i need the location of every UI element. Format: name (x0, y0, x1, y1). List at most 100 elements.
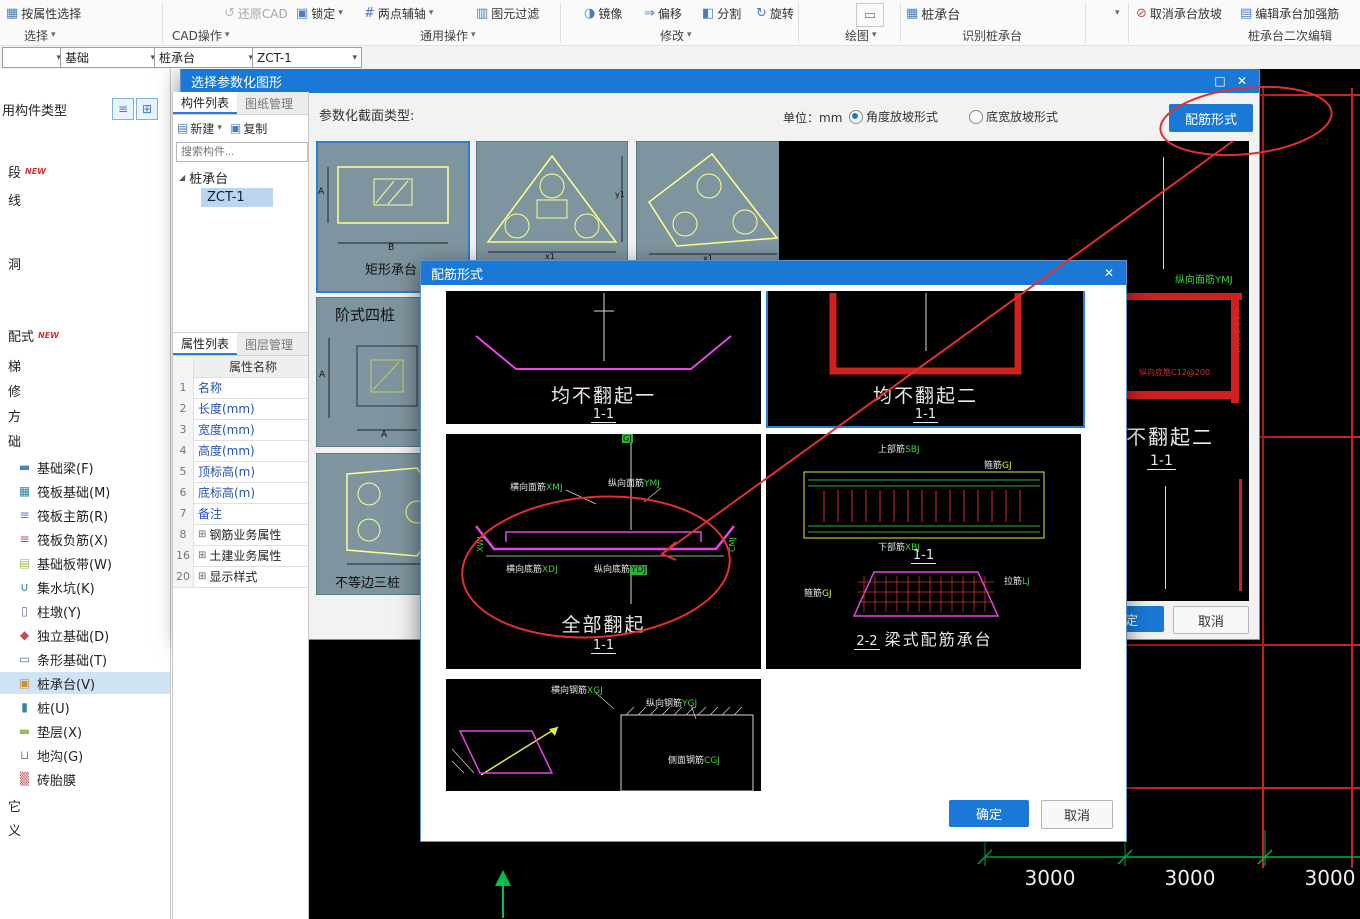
nav-item-finishes[interactable]: 修 (0, 379, 170, 401)
element-combobox[interactable]: 桩承台 ▾ (154, 47, 258, 68)
nav-item-custom[interactable]: 义 (0, 818, 170, 840)
rebar-form-button[interactable]: 配筋形式 (1169, 104, 1253, 132)
mirror-icon: ◑ (584, 5, 596, 21)
restore-cad-icon: ↺ (224, 5, 235, 21)
nav-item-trench[interactable]: ⊔ 地沟(G) (0, 744, 170, 766)
new-component-button[interactable]: ▤ 新建 ▾ (177, 120, 222, 137)
identify-dropdown-arrow[interactable]: ▾ (1112, 3, 1120, 23)
nav-item-sump-pit[interactable]: ∪ 集水坑(K) (0, 576, 170, 598)
tree-item-zct1[interactable]: ZCT-1 (201, 188, 273, 207)
property-row-bottom-elev[interactable]: 6 底标高(m) (173, 482, 308, 504)
category-combobox[interactable]: 基础 ▾ (60, 47, 160, 68)
component-combobox[interactable]: ZCT-1 ▾ (252, 47, 362, 68)
nav-item-brick-form[interactable]: ▒ 砖胎膜 (0, 768, 170, 790)
grid-view-button[interactable]: ⊞ (136, 98, 158, 120)
select-by-attribute-button[interactable]: ▦ 按属性选择 (6, 3, 81, 23)
component-and-property-panel: 构件列表 图纸管理 ▤新建▾ ▣复制 ◢ 桩承台 ZCT-1 属性列表 图层管理… (172, 92, 309, 919)
element-filter-button[interactable]: ▥ 图元过滤 (476, 3, 539, 23)
nav-item-raft-foundation[interactable]: ▦ 筏板基础(M) (0, 480, 170, 502)
card-slab-type-rebar[interactable]: 横向钢筋XGJ 纵向钢筋YGJ 侧面钢筋CGJ (446, 679, 761, 791)
property-row-length[interactable]: 2 长度(mm) (173, 398, 308, 420)
rebar-icon: ≡ (19, 532, 30, 546)
toolbar-separator (1128, 3, 1129, 43)
ok-button[interactable]: 确定 (949, 800, 1029, 827)
strip-icon: ▤ (18, 556, 31, 570)
cancel-button[interactable]: 取消 (1041, 800, 1113, 829)
expand-icon[interactable]: ⊞ (198, 550, 206, 561)
radio-icon (969, 110, 983, 124)
nav-item-pile[interactable]: ▮ 桩(U) (0, 696, 170, 718)
cancel-cap-slope-button[interactable]: ⊘ 取消承台放坡 (1136, 3, 1222, 23)
radio-angle-slope[interactable] (849, 109, 863, 128)
nav-item-axis[interactable]: 线 (0, 188, 170, 210)
section-type-label: 参数化截面类型: (319, 109, 415, 124)
property-row-width[interactable]: 3 宽度(mm) (173, 419, 308, 441)
lock-button[interactable]: ▣ 锁定 ▾ (296, 3, 343, 23)
tree-group-pile-cap[interactable]: ◢ 桩承台 (179, 168, 228, 187)
mirror-button[interactable]: ◑ 镜像 (584, 3, 622, 23)
card-no-bend-2-selected[interactable]: 均不翻起二 1-1 (766, 291, 1085, 428)
expand-icon[interactable]: ⊞ (198, 571, 206, 582)
rotate-button[interactable]: ↻ 旋转 (756, 3, 794, 23)
property-row-remark[interactable]: 7 备注 (173, 503, 308, 525)
property-group-civil[interactable]: 16 ⊞ 土建业务属性 (173, 545, 308, 567)
nav-item-earthwork[interactable]: 方 (0, 404, 170, 426)
card-all-bend-up[interactable]: 横向面筋XMJ 纵向面筋YMJ GJ 横向底筋XDJ 纵向底筋YDJ XWJ C… (446, 434, 761, 669)
property-group-display[interactable]: 20 ⊞ 显示样式 (173, 566, 308, 588)
property-row-height[interactable]: 4 高度(mm) (173, 440, 308, 462)
tab-component-list[interactable]: 构件列表 (173, 92, 238, 114)
draw-rect-button[interactable]: ▭ (856, 3, 884, 27)
aux-axis-button[interactable]: # 两点辅轴 ▾ (364, 3, 433, 23)
floor-combobox[interactable]: ▾ (2, 47, 66, 68)
nav-item-bedding[interactable]: ▬ 垫层(X) (0, 720, 170, 742)
tab-layer-manage[interactable]: 图层管理 (237, 333, 301, 355)
dialog-titlebar[interactable]: 配筋形式 ✕ (421, 261, 1126, 285)
radio-width-slope[interactable] (969, 109, 983, 128)
toolbar-separator (1085, 3, 1086, 43)
close-button[interactable]: ✕ (1231, 74, 1253, 88)
list-view-button[interactable]: ≡ (112, 98, 134, 120)
group-common-ops[interactable]: 通用操作 ▾ (420, 27, 476, 43)
expand-icon[interactable]: ⊞ (198, 529, 206, 540)
group-draw[interactable]: 绘图 ▾ (845, 27, 877, 43)
tab-drawing-manage[interactable]: 图纸管理 (237, 92, 301, 114)
nav-item-prefab[interactable]: 配式 NEW (0, 324, 170, 346)
nav-item-foundation-strip[interactable]: ▤ 基础板带(W) (0, 552, 170, 574)
restore-cad-button[interactable]: ↺ 还原CAD (224, 3, 288, 23)
edit-cap-rebar-button[interactable]: ▤ 编辑承台加强筋 (1240, 3, 1339, 23)
nav-item-raft-main-rebar[interactable]: ≡ 筏板主筋(R) (0, 504, 170, 526)
nav-item-strip-foundation[interactable]: ▭ 条形基础(T) (0, 648, 170, 670)
property-group-rebar[interactable]: 8 ⊞ 钢筋业务属性 (173, 524, 308, 546)
split-button[interactable]: ◧ 分割 (702, 3, 741, 23)
nav-item-opening[interactable]: 洞 (0, 252, 170, 274)
search-component-input[interactable] (176, 142, 308, 162)
pile-cap-identify-button[interactable]: ▦ 桩承台 (906, 3, 960, 23)
card-beam-type-rebar[interactable]: 上部筋SBJ 箍筋GJ 下部筋XBJ 1-1 拉筋LJ 箍筋GJ 2-2 梁式配… (766, 434, 1081, 669)
nav-item-pile-cap[interactable]: ▣ 桩承台(V) (0, 672, 170, 694)
nav-item-stairs[interactable]: 梯 (0, 354, 170, 376)
copy-component-button[interactable]: ▣ 复制 (230, 120, 267, 137)
offset-button[interactable]: ⇒ 偏移 (644, 3, 682, 23)
nav-item-isolated-foundation[interactable]: ◆ 独立基础(D) (0, 624, 170, 646)
nav-item-raft-negative-rebar[interactable]: ≡ 筏板负筋(X) (0, 528, 170, 550)
property-row-name[interactable]: 1 名称 (173, 377, 308, 399)
property-row-top-elev[interactable]: 5 顶标高(m) (173, 461, 308, 483)
group-cad-ops[interactable]: CAD操作 ▾ (172, 27, 229, 43)
card-no-bend-1[interactable]: 均不翻起一 1-1 (446, 291, 761, 424)
nav-item-column-pier[interactable]: ▯ 柱墩(Y) (0, 600, 170, 622)
nav-item-foundation[interactable]: 础 (0, 429, 170, 451)
chevron-down-icon: ▾ (352, 52, 357, 63)
nav-item-section[interactable]: 段 NEW (0, 160, 170, 182)
group-select[interactable]: 选择 ▾ (24, 27, 56, 43)
close-button[interactable]: ✕ (1098, 266, 1120, 280)
dialog-titlebar[interactable]: 选择参数化图形 □ ✕ (181, 69, 1259, 93)
group-modify[interactable]: 修改 ▾ (660, 27, 692, 43)
cancel-button[interactable]: 取消 (1173, 606, 1249, 634)
nav-item-foundation-beam[interactable]: ▬ 基础梁(F) (0, 456, 170, 478)
nav-item-other[interactable]: 它 (0, 794, 170, 816)
tab-property-list[interactable]: 属性列表 (173, 333, 238, 355)
preview-dim-line (1165, 486, 1166, 589)
rebar-bar (1239, 479, 1242, 591)
maximize-button[interactable]: □ (1209, 74, 1231, 88)
bedding-icon: ▬ (18, 724, 31, 738)
